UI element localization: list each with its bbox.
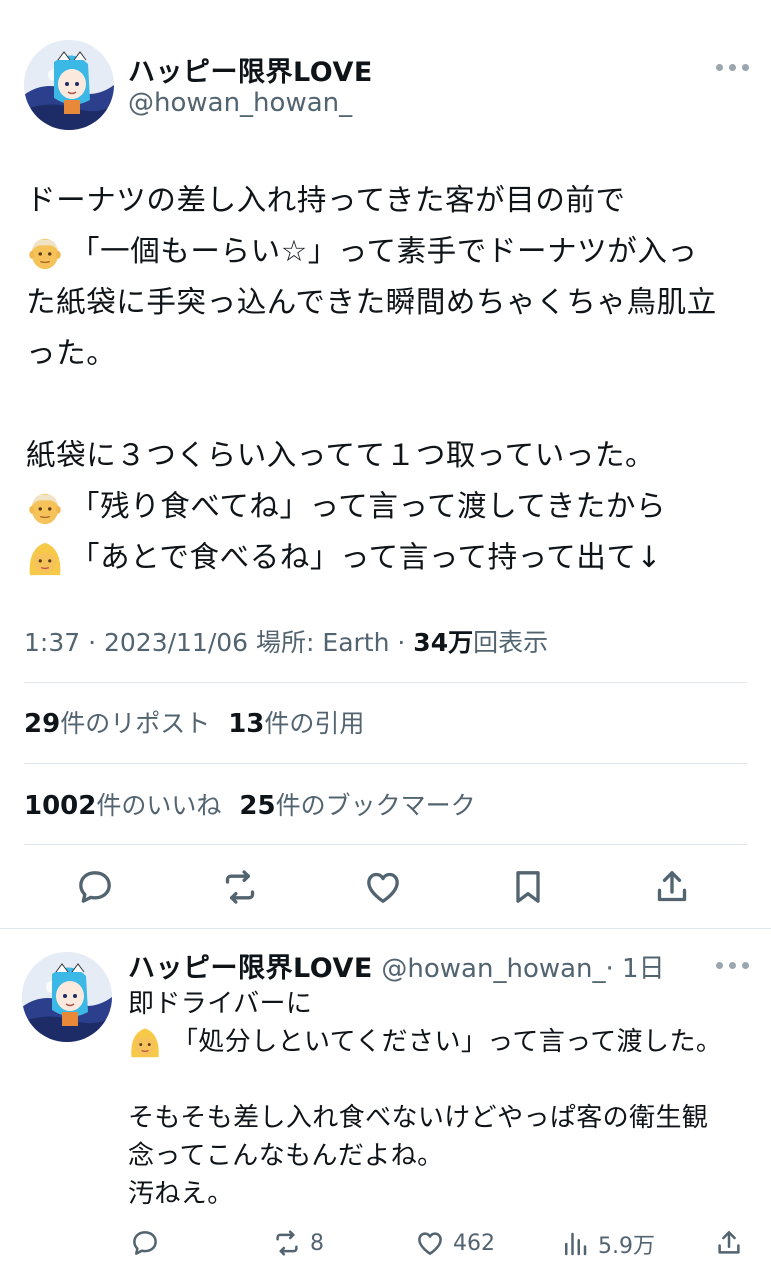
bookmarks-link[interactable]: 25件のブックマーク	[239, 791, 476, 821]
divider	[24, 763, 747, 764]
reply-line-with-emoji: 「処分しといてください」って言って渡した。	[128, 1023, 753, 1061]
reply-line: そもそも差し入れ食べないけどやっぱ客の衛生観	[128, 1103, 709, 1133]
tweet-line: 「残り食べてね」って言って渡してきたから	[70, 489, 667, 523]
author-name[interactable]: ハッピー限界LOVE	[128, 50, 373, 89]
more-options-icon[interactable]	[716, 64, 749, 71]
views-count: 34万	[413, 628, 474, 657]
tweet-text: ドーナツの差し入れ持ってきた客が目の前で 「一個もーらい☆」って素手でドーナツが…	[26, 175, 756, 583]
bookmarks-count: 25	[239, 791, 276, 821]
reply-author-name[interactable]: ハッピー限界LOVE	[128, 953, 373, 984]
tweet-location: 場所: Earth	[256, 628, 390, 657]
views-label: 回表示	[473, 628, 549, 657]
thread-divider	[0, 928, 771, 929]
reply-icon	[130, 1228, 160, 1258]
reposts-count: 29	[24, 709, 61, 739]
reply-author-avatar[interactable]	[22, 952, 112, 1042]
quotes-link[interactable]: 13件の引用	[228, 709, 365, 739]
reply-line: 念ってこんなもんだよね。	[128, 1141, 444, 1171]
blond-woman-emoji	[26, 539, 64, 577]
tweet-line: 「一個もーらい☆」って素手でドーナツが入っ	[70, 234, 698, 268]
reply-line: 即ドライバーに	[128, 989, 313, 1019]
tweet-line: った。	[26, 336, 117, 370]
reply-like-button[interactable]: 462	[415, 1228, 495, 1258]
author-avatar[interactable]	[24, 40, 114, 130]
share-icon[interactable]	[652, 867, 692, 907]
reply-retweet-button[interactable]: 8	[272, 1228, 324, 1258]
like-icon	[415, 1228, 445, 1258]
tweet-line: 紙袋に３つくらい入ってて１つ取っていった。	[26, 438, 656, 472]
reply-line: 汚ねえ。	[128, 1179, 234, 1209]
tweet-line: 「あとで食べるね」って言って持って出て↓	[70, 540, 662, 574]
divider	[24, 844, 747, 845]
tweet-line-with-emoji: 「あとで食べるね」って言って持って出て↓	[26, 532, 756, 583]
views-count: 5.9万	[598, 1234, 655, 1259]
likes-count: 1002	[24, 791, 97, 821]
divider	[24, 682, 747, 683]
reply-time[interactable]: · 1日	[606, 954, 665, 984]
reposts-link[interactable]: 29件のリポスト	[24, 709, 211, 739]
older-man-emoji	[26, 488, 64, 526]
tweet-line: た紙袋に手突っ込んできた瞬間めちゃくちゃ鳥肌立	[26, 285, 717, 319]
reply-line: 「処分しといてください」って言って渡した。	[172, 1027, 723, 1057]
tweet-date[interactable]: 2023/11/06	[104, 628, 248, 657]
quotes-count: 13	[228, 709, 265, 739]
older-man-emoji	[26, 233, 64, 271]
reply-text: 即ドライバーに 「処分しといてください」って言って渡した。 そもそも差し入れ食べ…	[128, 985, 753, 1213]
like-icon[interactable]	[363, 867, 403, 907]
views-chart-icon	[560, 1229, 590, 1259]
likes-bookmarks-row: 1002件のいいね 25件のブックマーク	[24, 786, 476, 822]
author-handle[interactable]: @howan_howan_	[128, 88, 352, 118]
retweet-icon	[272, 1228, 302, 1258]
retweet-count: 8	[310, 1230, 324, 1256]
reply-header: ハッピー限界LOVE @howan_howan_· 1日	[128, 946, 665, 985]
reply-author-handle[interactable]: @howan_howan_	[381, 954, 605, 984]
reply-share-button[interactable]	[714, 1228, 744, 1258]
blond-woman-emoji	[128, 1025, 162, 1059]
bookmarks-label: 件のブックマーク	[275, 791, 476, 820]
bookmark-icon[interactable]	[508, 867, 548, 907]
tweet-time[interactable]: 1:37	[24, 628, 80, 657]
like-count: 462	[453, 1230, 495, 1256]
reply-icon[interactable]	[75, 867, 115, 907]
reply-more-options-icon[interactable]	[716, 962, 749, 969]
tweet-line-with-emoji: 「残り食べてね」って言って渡してきたから	[26, 481, 756, 532]
tweet-line: ドーナツの差し入れ持ってきた客が目の前で	[26, 183, 626, 217]
retweet-icon[interactable]	[220, 867, 260, 907]
reply-views-button[interactable]: 5.9万	[560, 1228, 655, 1260]
reply-reply-button[interactable]	[130, 1228, 168, 1258]
likes-label: 件のいいね	[96, 791, 222, 820]
reposts-quotes-row: 29件のリポスト 13件の引用	[24, 704, 364, 740]
share-icon	[714, 1228, 744, 1258]
reposts-label: 件のリポスト	[60, 709, 211, 738]
tweet-meta: 1:37 · 2023/11/06 場所: Earth · 34万回表示	[24, 628, 549, 657]
tweet-line-with-emoji: 「一個もーらい☆」って素手でドーナツが入っ	[26, 226, 756, 277]
quotes-label: 件の引用	[264, 709, 365, 738]
likes-link[interactable]: 1002件のいいね	[24, 791, 222, 821]
